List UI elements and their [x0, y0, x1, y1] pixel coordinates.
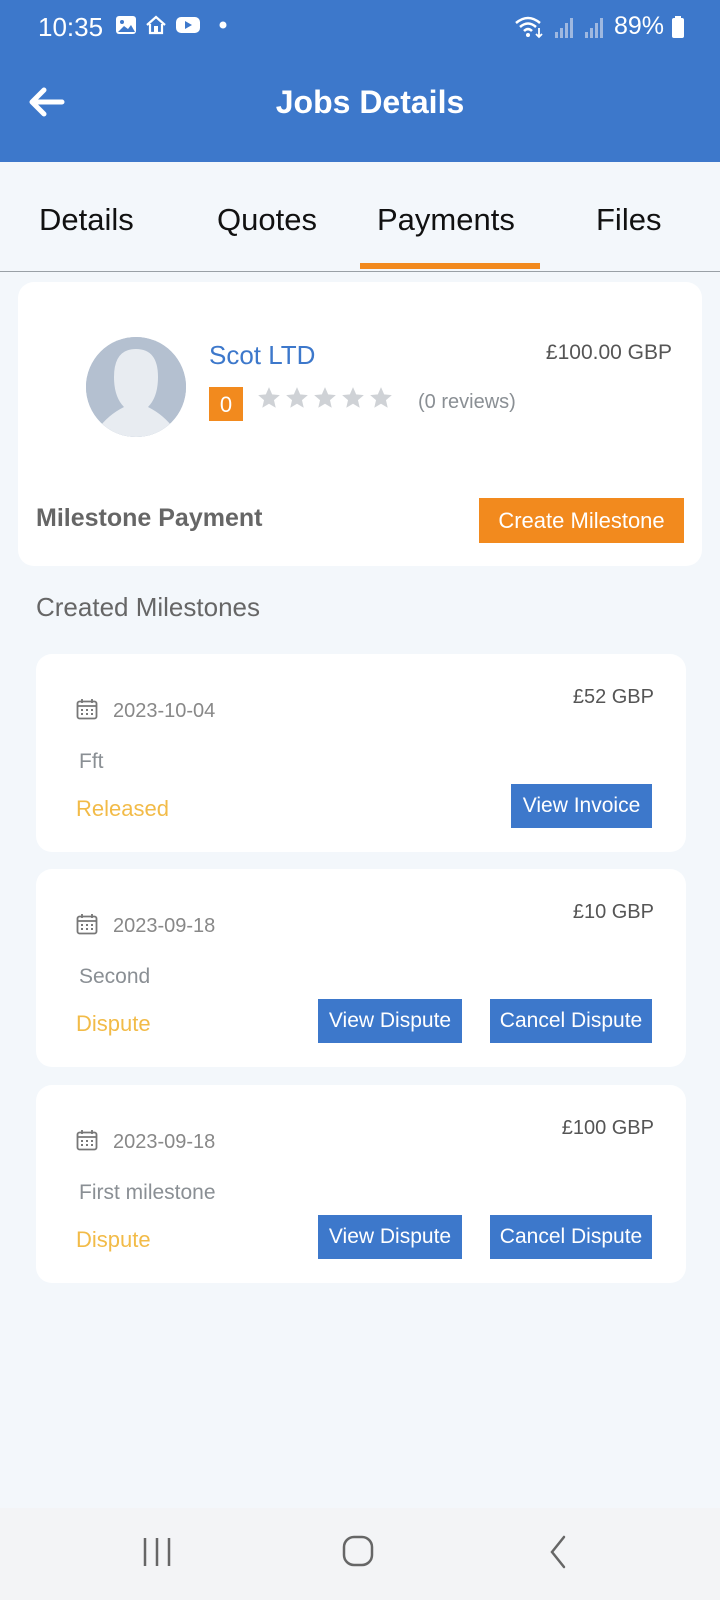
milestone-payment-label: Milestone Payment: [36, 504, 263, 532]
star-icon: [342, 387, 364, 408]
milestone-description: First milestone: [79, 1181, 216, 1204]
milestone-description: Second: [79, 965, 151, 988]
calendar-icon: [76, 914, 98, 935]
milestone-status: Dispute: [76, 1227, 151, 1252]
milestone-status: Dispute: [76, 1011, 151, 1036]
status-bar: 10:35 89%: [0, 0, 720, 54]
create-milestone-button[interactable]: Create Milestone: [479, 498, 684, 543]
star-icon: [314, 387, 336, 408]
company-name-link[interactable]: Scot LTD: [209, 340, 315, 371]
gallery-icon: [116, 16, 136, 34]
milestone-card: 2023-10-04 £52 GBP Fft Released View Inv…: [36, 654, 686, 852]
wifi-icon: [515, 16, 543, 38]
dot-icon: [219, 21, 227, 29]
app-header: 10:35 89% Jobs Details: [0, 0, 720, 162]
avatar-placeholder-icon: [86, 337, 186, 437]
profile-price: £100.00 GBP: [545, 341, 672, 364]
status-time: 10:35: [38, 12, 104, 42]
star-icon: [370, 387, 392, 408]
milestone-amount: £10 GBP: [572, 901, 654, 923]
avatar: [86, 337, 186, 437]
milestone-amount: £52 GBP: [572, 686, 654, 708]
profile-card: Scot LTD £100.00 GBP 0 (0 reviews) Miles…: [18, 282, 702, 566]
view-dispute-button[interactable]: View Dispute: [318, 1215, 462, 1259]
milestone-card: 2023-09-18 £100 GBP First milestone Disp…: [36, 1085, 686, 1283]
star-rating: [256, 384, 394, 412]
milestone-date: 2023-09-18: [113, 1131, 216, 1153]
calendar-icon: [76, 699, 98, 720]
home-button-icon[interactable]: [339, 1532, 379, 1572]
tab-payments[interactable]: Payments: [377, 202, 515, 238]
recent-apps-icon[interactable]: [137, 1532, 177, 1572]
milestone-date: 2023-09-18: [113, 915, 216, 937]
view-invoice-button[interactable]: View Invoice: [511, 784, 652, 828]
battery-text: 89%: [613, 12, 664, 40]
system-nav-bar: [0, 1508, 720, 1600]
page-title: Jobs Details: [275, 84, 465, 120]
rating-badge: 0: [209, 387, 243, 421]
youtube-icon: [176, 17, 200, 33]
milestone-status: Released: [76, 796, 169, 821]
section-title: Created Milestones: [36, 592, 260, 622]
milestone-amount: £100 GBP: [561, 1117, 654, 1139]
home-icon: [146, 15, 166, 35]
star-icon: [286, 387, 308, 408]
tab-bar: Details Quotes Payments Files: [0, 162, 720, 272]
tab-quotes[interactable]: Quotes: [217, 202, 317, 238]
signal-icon-2: [584, 17, 603, 38]
notification-icons: [115, 14, 227, 36]
milestone-card: 2023-09-18 £10 GBP Second Dispute View D…: [36, 869, 686, 1067]
tab-files[interactable]: Files: [596, 202, 661, 238]
milestone-date: 2023-10-04: [113, 700, 216, 722]
battery-icon: [672, 15, 684, 38]
active-tab-indicator: [360, 263, 540, 269]
milestone-description: Fft: [79, 750, 104, 773]
calendar-icon: [76, 1130, 98, 1151]
back-nav-icon[interactable]: [540, 1532, 580, 1572]
signal-icon: [554, 17, 573, 38]
status-right: 89%: [514, 12, 684, 41]
view-dispute-button[interactable]: View Dispute: [318, 999, 462, 1043]
star-icon: [258, 387, 280, 408]
cancel-dispute-button[interactable]: Cancel Dispute: [490, 1215, 652, 1259]
reviews-count: (0 reviews): [418, 391, 516, 413]
cancel-dispute-button[interactable]: Cancel Dispute: [490, 999, 652, 1043]
tab-details[interactable]: Details: [39, 202, 134, 238]
